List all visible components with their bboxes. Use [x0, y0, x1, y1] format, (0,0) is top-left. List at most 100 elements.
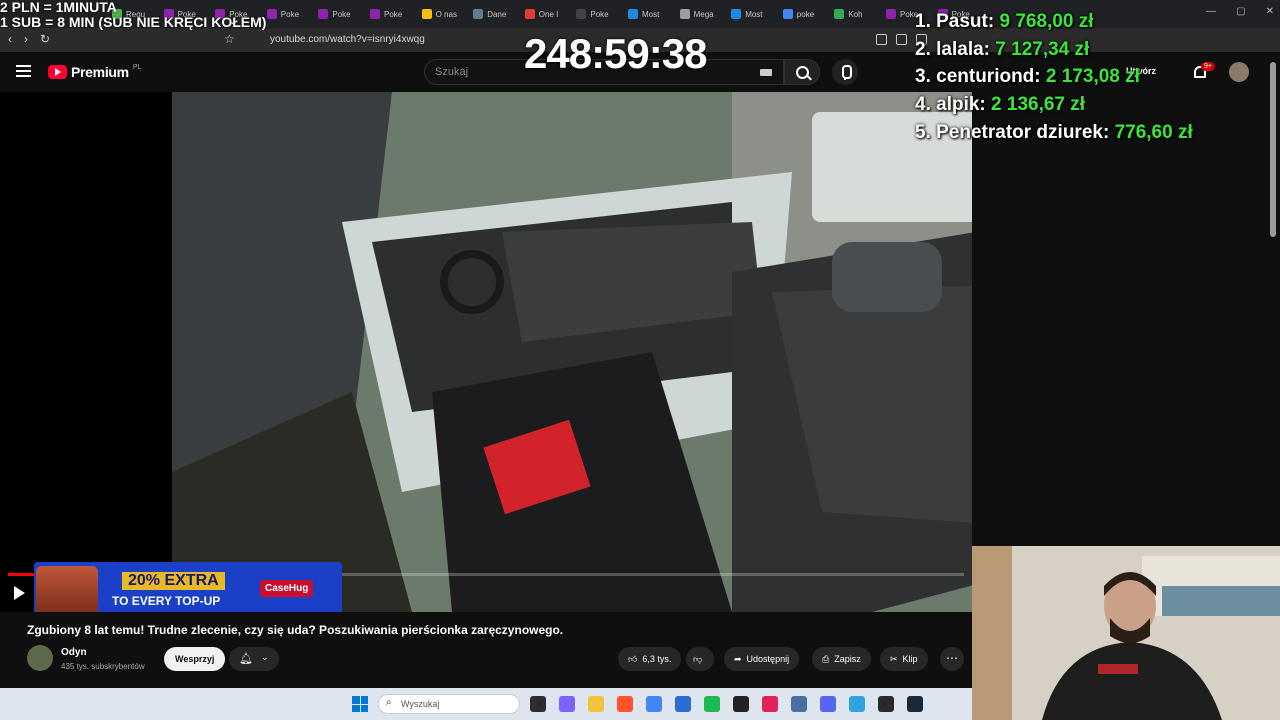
tab-label: Poke — [590, 9, 609, 19]
tab-label: Dane — [487, 9, 507, 19]
media-app-icon[interactable] — [733, 696, 749, 712]
tab-favicon-icon — [782, 9, 793, 19]
calculator-icon[interactable] — [791, 696, 807, 712]
tab-label: Most — [642, 9, 660, 19]
close-icon[interactable]: ✕ — [1266, 6, 1274, 17]
avatar[interactable] — [1229, 62, 1249, 82]
donor-name: 2. lalala: — [915, 38, 996, 60]
taskbar-search-input[interactable]: Wyszukaj — [378, 694, 520, 714]
scissors-icon: ✂ — [890, 654, 898, 664]
maximize-icon[interactable]: ▢ — [1236, 6, 1245, 17]
leaderboard-row: 1. Pasut: 9 768,00 zł — [915, 8, 1193, 36]
browser-tab[interactable]: Most — [731, 4, 779, 24]
play-icon[interactable] — [14, 586, 25, 600]
tab-label: Poke — [280, 9, 300, 19]
forward-icon[interactable]: › — [24, 32, 28, 46]
browser-tab[interactable]: Koh — [834, 4, 882, 24]
keyboard-icon[interactable] — [760, 69, 772, 76]
tab-label: Poke — [384, 9, 403, 19]
discord-icon[interactable] — [820, 696, 836, 712]
clip-button[interactable]: ✂ Klip — [880, 647, 928, 671]
windows-start-icon[interactable] — [352, 696, 368, 712]
logo-text: Premium — [71, 64, 129, 80]
save-button[interactable]: ⎙ Zapisz — [812, 647, 871, 671]
donation-leaderboard: 1. Pasut: 9 768,00 zł 2. lalala: 7 127,34… — [915, 8, 1193, 147]
tab-favicon-icon — [834, 9, 845, 19]
browser-tab[interactable]: Poke — [576, 4, 624, 24]
tab-label: poke — [796, 9, 815, 19]
browser-tab[interactable]: Mega — [679, 4, 728, 24]
donation-amount: 776,60 zł — [1114, 121, 1193, 143]
donation-amount: 2 173,08 zł — [1045, 66, 1140, 88]
youtube-play-icon — [48, 65, 67, 79]
extension-icon[interactable] — [896, 34, 907, 45]
subscription-bell-button[interactable]: 🔔︎ ⌄ — [229, 647, 279, 671]
tab-favicon-icon — [370, 9, 380, 19]
leaderboard-row: 3. centuriond: 2 173,08 zł — [915, 63, 1193, 91]
mic-icon[interactable] — [832, 59, 858, 85]
tab-favicon-icon — [318, 9, 329, 19]
steam-icon[interactable] — [907, 696, 923, 712]
tab-favicon-icon — [421, 9, 432, 19]
tab-favicon-icon — [886, 9, 896, 19]
address-bar[interactable]: youtube.com/watch?v=isnryi4xwqg — [270, 34, 425, 45]
leaderboard-row: 5. Penetrator dziurek: 776,60 zł — [915, 119, 1193, 147]
spotify-icon[interactable] — [704, 696, 720, 712]
like-button[interactable]: 👍︎ 6,3 tys. — [618, 647, 682, 671]
bookmark-icon[interactable]: ☆ — [224, 32, 235, 46]
support-button[interactable]: Wesprzyj — [164, 647, 226, 671]
browser-tab[interactable]: Most — [628, 4, 676, 24]
browser-tab[interactable]: Poke — [266, 4, 315, 24]
rate-line-1: 2 PLN = 1MINUTA — [0, 0, 117, 15]
webcam-feed — [972, 546, 1280, 720]
brave-icon[interactable] — [617, 696, 633, 712]
donation-rate-overlay: 2 PLN = 1MINUTA 1 SUB = 8 MIN (SUB NIE K… — [0, 0, 266, 30]
minimize-icon[interactable]: — — [1206, 6, 1216, 17]
video-frame[interactable] — [172, 92, 972, 612]
more-actions-icon[interactable]: ⋯ — [940, 647, 964, 671]
ad-banner[interactable]: 20% EXTRA TO EVERY TOP-UP CaseHug — [34, 562, 342, 612]
browser-tab[interactable]: poke — [782, 4, 831, 24]
tab-favicon-icon — [473, 9, 484, 19]
opera-icon[interactable] — [762, 696, 778, 712]
thumbs-down-icon: 👎︎ — [693, 654, 703, 664]
donor-name: 3. centuriond: — [915, 66, 1046, 88]
chrome-icon[interactable] — [646, 696, 662, 712]
tab-favicon-icon — [266, 9, 277, 19]
browser-tab[interactable]: Poke — [318, 4, 366, 24]
ad-brand: CaseHug — [260, 580, 314, 597]
tab-label: One I — [538, 9, 559, 19]
windows-taskbar: Wyszukaj ⌕ — [0, 688, 972, 720]
browser-tab[interactable]: Dane — [473, 4, 521, 24]
reload-icon[interactable]: ↻ — [40, 32, 50, 46]
file-explorer-icon[interactable] — [588, 696, 604, 712]
region-label: PL — [132, 63, 142, 71]
copilot-icon[interactable] — [559, 696, 575, 712]
notification-badge: 9+ — [1201, 62, 1215, 71]
search-button[interactable] — [784, 59, 820, 85]
donation-amount: 7 127,34 zł — [995, 38, 1090, 60]
dislike-button[interactable]: 👎︎ — [686, 647, 714, 671]
video-player[interactable]: 20% EXTRA TO EVERY TOP-UP CaseHug — [0, 92, 972, 612]
store-icon[interactable] — [675, 696, 691, 712]
scrollbar[interactable] — [1270, 62, 1276, 237]
tab-favicon-icon — [524, 9, 535, 19]
tab-label: Most — [745, 9, 763, 19]
tab-label: Mega — [693, 9, 714, 19]
youtube-logo[interactable]: Premium PL — [48, 64, 141, 80]
treasure-chest-icon — [36, 566, 98, 612]
browser-tab[interactable]: O nas — [421, 4, 470, 24]
share-button[interactable]: ➦ Udostępnij — [724, 647, 800, 671]
channel-name[interactable]: Odyn — [61, 647, 87, 658]
browser-tab[interactable]: One I — [524, 4, 573, 24]
menu-icon[interactable] — [16, 65, 31, 77]
like-count: 6,3 tys. — [642, 654, 672, 664]
task-view-icon[interactable] — [530, 696, 546, 712]
browser-tab[interactable]: Poke — [370, 4, 418, 24]
extension-icon[interactable] — [876, 34, 887, 45]
obs-icon[interactable] — [878, 696, 894, 712]
notepad-icon[interactable] — [849, 696, 865, 712]
channel-avatar[interactable] — [27, 645, 53, 671]
leaderboard-row: 4. alpik: 2 136,67 zł — [915, 91, 1193, 119]
back-icon[interactable]: ‹ — [8, 32, 12, 46]
